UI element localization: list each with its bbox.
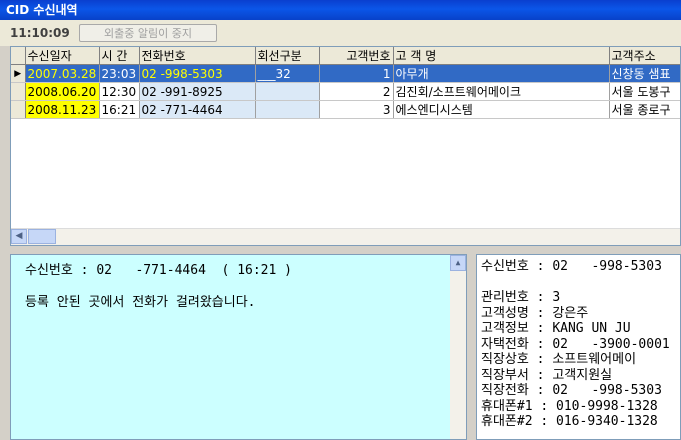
- cell-cust-no[interactable]: 3: [319, 100, 394, 119]
- incoming-number-header: 수신번호 : 02 -998-5303: [481, 259, 662, 274]
- cell-address[interactable]: 신창동 샘표: [609, 64, 680, 83]
- col-time[interactable]: 시 간: [99, 47, 140, 65]
- col-date[interactable]: 수신일자: [25, 47, 100, 65]
- row-indicator: [11, 82, 26, 101]
- info-line: 휴대폰#2 : 016-9340-1328: [481, 414, 658, 429]
- toolbar: 11:10:09 외출중 알림이 중지: [0, 20, 681, 46]
- cell-address[interactable]: 서울 도봉구: [609, 82, 680, 101]
- col-cust-name[interactable]: 고 객 명: [393, 47, 610, 65]
- scroll-left-icon[interactable]: ◀: [11, 229, 27, 244]
- scroll-up-icon[interactable]: ▲: [450, 255, 466, 271]
- horizontal-scrollbar[interactable]: ◀: [11, 228, 680, 245]
- info-line: 고객정보 : KANG UN JU: [481, 321, 631, 336]
- info-line: 직장상호 : 소프트웨어메이: [481, 352, 637, 367]
- call-message-pane[interactable]: 수신번호 : 02 -771-4464 ( 16:21 ) 등록 안된 곳에서 …: [10, 254, 467, 440]
- unregistered-caller-message: 등록 안된 곳에서 전화가 걸려왔습니다.: [25, 295, 256, 310]
- window-title: CID 수신내역: [0, 0, 681, 20]
- current-row-indicator-icon: ▶: [11, 64, 26, 83]
- cell-time[interactable]: 16:21: [99, 100, 140, 119]
- cell-line[interactable]: [255, 100, 320, 119]
- cell-date[interactable]: 2007.03.28: [25, 64, 100, 83]
- table-row[interactable]: 2008.06.20 12:30 02 -991-8925 2 김진회/소프트웨…: [11, 82, 680, 101]
- cell-phone[interactable]: 02 -998-5303: [139, 64, 256, 83]
- col-cust-no[interactable]: 고객번호: [319, 47, 394, 65]
- cell-line[interactable]: ___32: [255, 64, 320, 83]
- cell-cust-name[interactable]: 아무개: [393, 64, 610, 83]
- clock: 11:10:09: [10, 26, 70, 40]
- info-line: 자택전화 : 02 -3900-0001: [481, 336, 670, 352]
- table-row[interactable]: 2008.11.23 16:21 02 -771-4464 3 에스엔디시스템 …: [11, 100, 680, 119]
- cell-phone[interactable]: 02 -771-4464: [139, 100, 256, 119]
- cell-cust-name[interactable]: 에스엔디시스템: [393, 100, 610, 119]
- cell-cust-no[interactable]: 1: [319, 64, 394, 83]
- col-line[interactable]: 회선구분: [255, 47, 320, 65]
- cell-date[interactable]: 2008.06.20: [25, 82, 100, 101]
- info-line: 관리번호 : 3: [481, 290, 561, 305]
- cell-line[interactable]: [255, 82, 320, 101]
- header-row: 수신일자 시 간 전화번호 회선구분 고객번호 고 객 명 고객주소: [11, 47, 680, 65]
- vertical-scrollbar[interactable]: ▲: [450, 255, 466, 439]
- incoming-number-text: 수신번호 : 02 -771-4464 ( 16:21 ): [25, 263, 292, 278]
- scroll-thumb[interactable]: [28, 229, 56, 244]
- cell-cust-name[interactable]: 김진회/소프트웨어메이크: [393, 82, 610, 101]
- cell-cust-no[interactable]: 2: [319, 82, 394, 101]
- cell-phone[interactable]: 02 -991-8925: [139, 82, 256, 101]
- info-line: 직장전화 : 02 -998-5303: [481, 383, 662, 398]
- info-line: 직장부서 : 고객지원실: [481, 367, 613, 383]
- call-history-grid[interactable]: 수신일자 시 간 전화번호 회선구분 고객번호 고 객 명 고객주소 ▶ 200…: [10, 46, 681, 246]
- cell-address[interactable]: 서울 종로구: [609, 100, 680, 119]
- cell-date[interactable]: 2008.11.23: [25, 100, 100, 119]
- row-indicator-header: [11, 47, 26, 65]
- info-line: 고객성명 : 강은주: [481, 305, 589, 321]
- col-address[interactable]: 고객주소: [609, 47, 680, 65]
- cell-time[interactable]: 12:30: [99, 82, 140, 101]
- row-indicator: [11, 100, 26, 119]
- table-row[interactable]: ▶ 2007.03.28 23:03 02 -998-5303 ___32 1 …: [11, 64, 680, 83]
- col-phone[interactable]: 전화번호: [139, 47, 256, 65]
- info-line: 휴대폰#1 : 010-9998-1328: [481, 398, 658, 414]
- customer-info-pane[interactable]: 수신번호 : 02 -998-5303 관리번호 : 3 고객성명 : 강은주 …: [476, 254, 681, 440]
- cell-time[interactable]: 23:03: [99, 64, 140, 83]
- stop-away-alert-button[interactable]: 외출중 알림이 중지: [79, 24, 217, 42]
